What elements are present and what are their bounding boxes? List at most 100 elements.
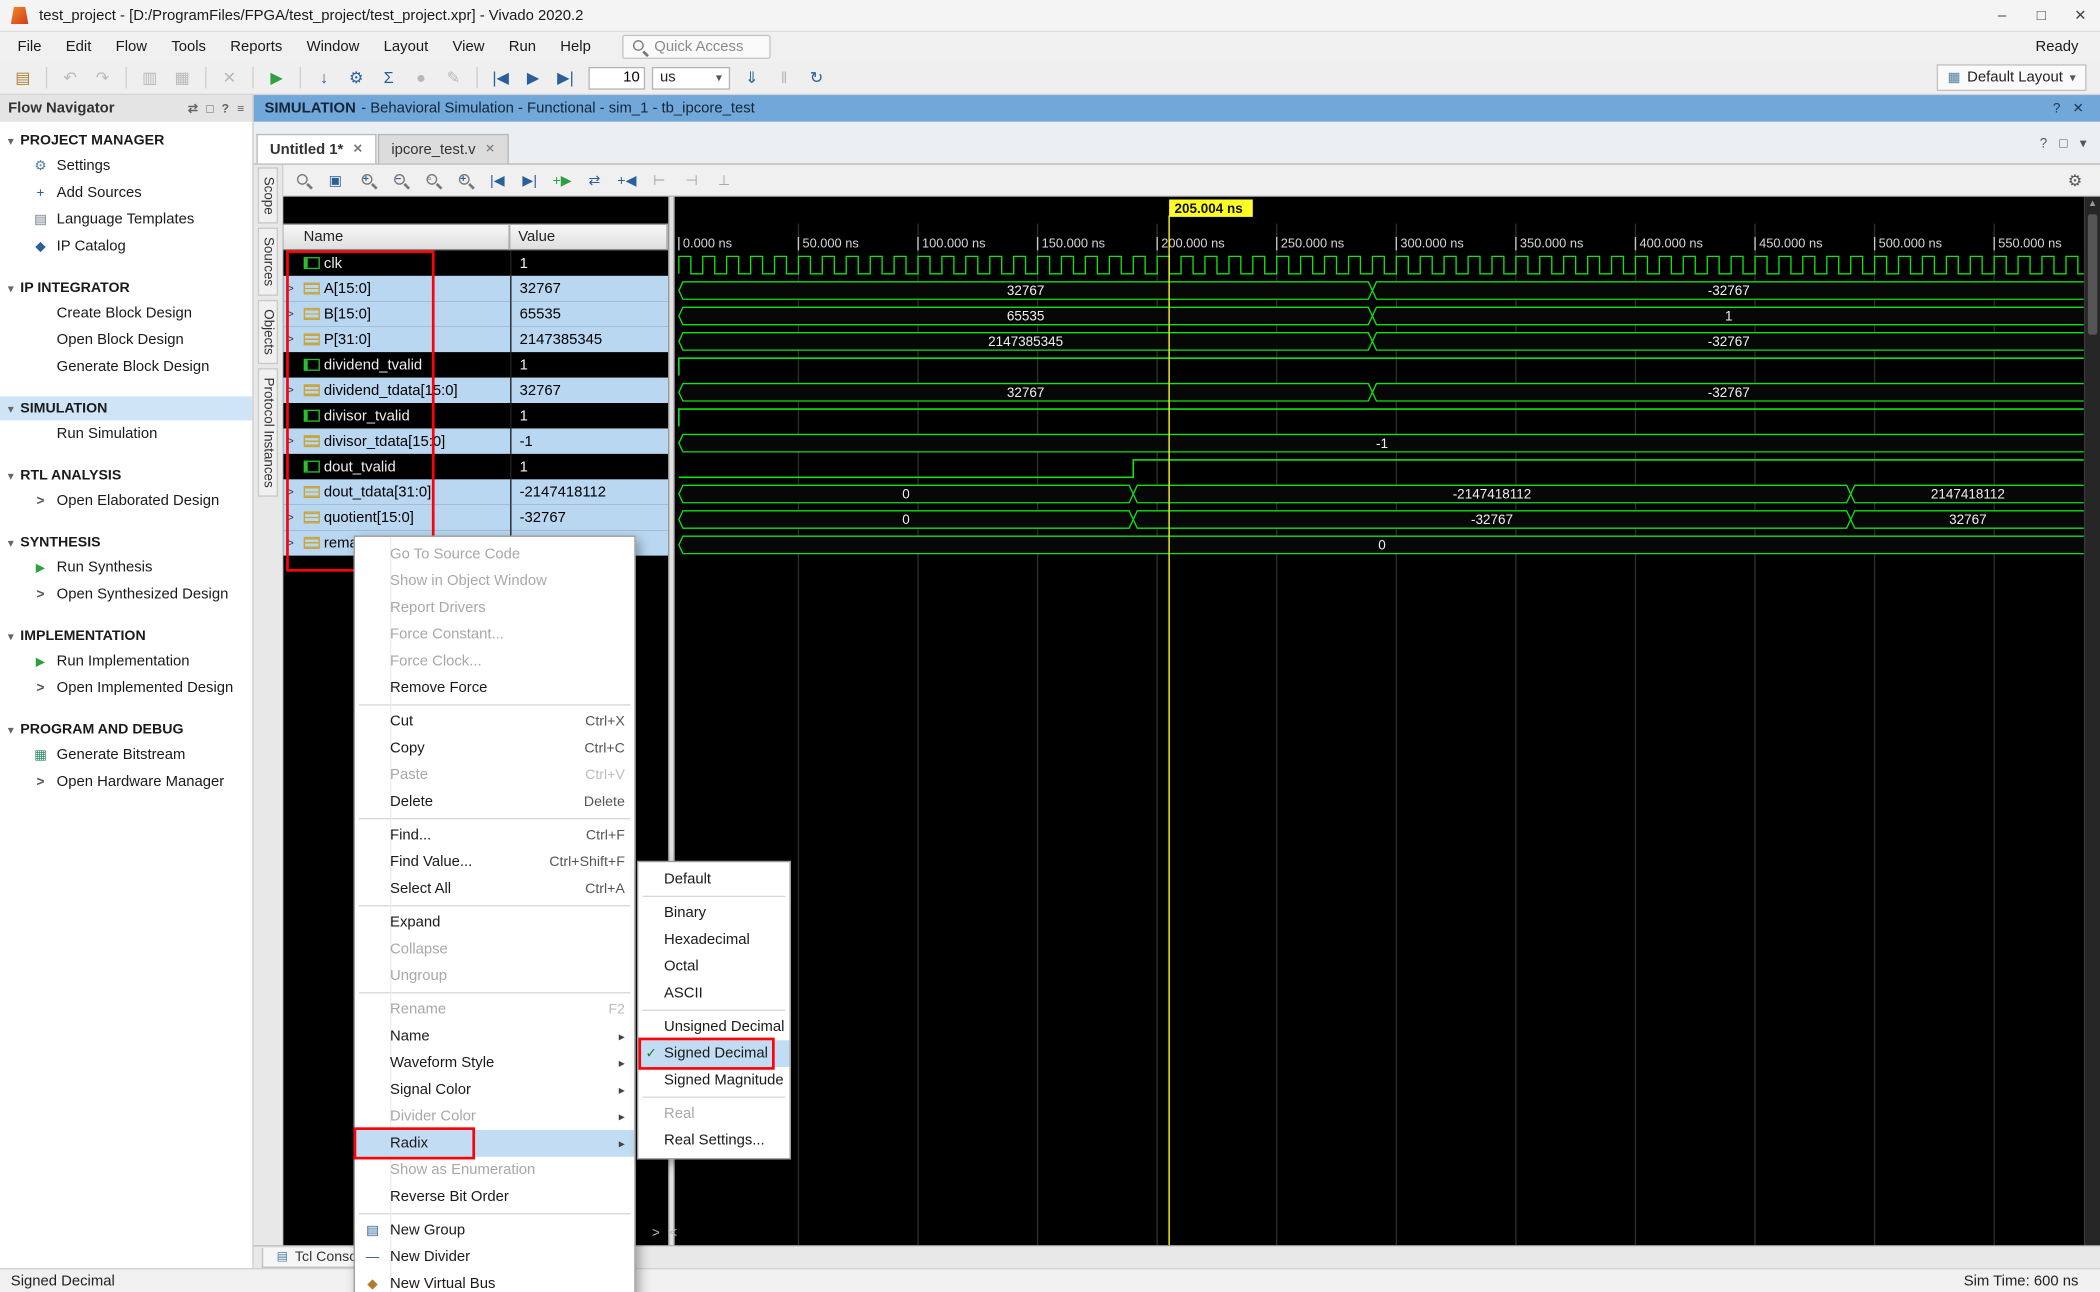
dock-icon[interactable]: □ (206, 102, 213, 115)
step-into-button[interactable]: ↓ (309, 64, 339, 91)
side-tab-protocol-instances[interactable]: Protocol Instances (258, 368, 278, 497)
close-tab-icon[interactable]: ✕ (353, 142, 363, 157)
waveform-canvas[interactable]: 0.000 ns50.000 ns100.000 ns150.000 ns200… (675, 197, 2084, 1245)
expand-arrow-icon[interactable]: > (287, 537, 299, 549)
quick-access-search[interactable]: Quick Access (622, 35, 770, 59)
wave-settings-button[interactable]: ⚙ (2061, 167, 2089, 192)
help-icon[interactable]: ? (2040, 137, 2048, 152)
signal-name-cell[interactable]: dividend_tvalid (283, 352, 510, 377)
menu-item-radix[interactable]: Radix▸ (355, 1130, 634, 1157)
expand-arrow-icon[interactable]: > (287, 384, 299, 396)
flownav-item-run-simulation[interactable]: Run Simulation (0, 420, 252, 447)
expand-left-icon[interactable]: < (669, 1226, 677, 1241)
save-configuration-button[interactable]: ▣ (321, 167, 349, 192)
run-all-button[interactable]: ▶ (518, 64, 548, 91)
menu-item-waveform-style[interactable]: Waveform Style▸ (355, 1050, 634, 1077)
flownav-item-generate-bitstream[interactable]: ▦Generate Bitstream (0, 742, 252, 769)
signal-name-cell[interactable]: >A[15:0] (283, 276, 510, 301)
go-to-last-time-button[interactable]: ▶| (516, 167, 544, 192)
maximize-button[interactable] (2022, 0, 2061, 31)
expand-arrow-icon[interactable]: > (287, 486, 299, 498)
menu-item-new-virtual-bus[interactable]: ◆New Virtual Bus (355, 1271, 634, 1292)
signal-name-cell[interactable]: dout_tvalid (283, 454, 510, 479)
zoom-in-button[interactable]: + (354, 167, 382, 192)
menu-item-default[interactable]: Default (638, 866, 789, 893)
signal-row-dout-tdata-31-0[interactable]: >dout_tdata[31:0]-2147418112 (283, 479, 668, 504)
flownav-item-run-implementation[interactable]: ▶Run Implementation (0, 648, 252, 675)
help-icon[interactable]: ? (222, 102, 229, 115)
signal-row-p-31-0[interactable]: >P[31:0]2147385345 (283, 327, 668, 352)
menu-tools[interactable]: Tools (159, 35, 218, 59)
menu-run[interactable]: Run (497, 35, 549, 59)
flownav-item-run-synthesis[interactable]: ▶Run Synthesis (0, 554, 252, 581)
menu-item-signed-magnitude[interactable]: Signed Magnitude (638, 1067, 789, 1094)
menu-item-octal[interactable]: Octal (638, 953, 789, 980)
signal-name-cell[interactable]: clk (283, 250, 510, 275)
tab-untitled-1[interactable]: Untitled 1*✕ (256, 134, 376, 163)
flownav-header-rtl-analysis[interactable]: ▾RTL ANALYSIS (0, 463, 252, 487)
signal-row-dout-tvalid[interactable]: dout_tvalid1 (283, 454, 668, 479)
signal-name-cell[interactable]: >dividend_tdata[15:0] (283, 378, 510, 403)
flownav-item-open-block-design[interactable]: Open Block Design (0, 327, 252, 354)
menu-item-binary[interactable]: Binary (638, 900, 789, 927)
expand-arrow-icon[interactable]: > (287, 282, 299, 294)
name-column-header[interactable]: Name (283, 224, 510, 251)
tab-list-icon[interactable]: ▾ (2080, 137, 2087, 152)
flownav-item-open-implemented-design[interactable]: >Open Implemented Design (0, 675, 252, 702)
menu-item-new-divider[interactable]: —New Divider (355, 1244, 634, 1271)
menu-item-name[interactable]: Name▸ (355, 1023, 634, 1050)
close-icon[interactable]: ✕ (2072, 101, 2083, 116)
run-button[interactable]: ▶ (262, 64, 292, 91)
expand-arrow-icon[interactable]: > (287, 333, 299, 345)
signal-name-cell[interactable]: >quotient[15:0] (283, 505, 510, 530)
signal-name-cell[interactable]: >dout_tdata[31:0] (283, 479, 510, 504)
flownav-header-implementation[interactable]: ▾IMPLEMENTATION (0, 624, 252, 648)
minimize-button[interactable] (1983, 0, 2022, 31)
menu-item-unsigned-decimal[interactable]: Unsigned Decimal (638, 1014, 789, 1041)
menu-item-ascii[interactable]: ASCII (638, 980, 789, 1007)
sim-run-time-input[interactable] (588, 66, 645, 89)
signal-row-quotient-15-0[interactable]: >quotient[15:0]-32767 (283, 505, 668, 530)
menu-item-reverse-bit-order[interactable]: Reverse Bit Order (355, 1184, 634, 1211)
flownav-item-ip-catalog[interactable]: ◆IP Catalog (0, 233, 252, 260)
tab-ipcore-test-v[interactable]: ipcore_test.v✕ (378, 134, 509, 163)
restart-button[interactable]: |◀ (486, 64, 516, 91)
swap-icon[interactable]: ⇄ (188, 101, 198, 116)
zoom-out-button[interactable]: − (386, 167, 414, 192)
flownav-header-synthesis[interactable]: ▾SYNTHESIS (0, 530, 252, 554)
menu-item-expand[interactable]: Expand (355, 909, 634, 936)
sum-button[interactable]: Σ (374, 64, 404, 91)
flownav-header-program-and-debug[interactable]: ▾PROGRAM AND DEBUG (0, 718, 252, 742)
signal-row-dividend-tvalid[interactable]: dividend_tvalid1 (283, 352, 668, 377)
step-button[interactable]: ▶| (551, 64, 581, 91)
signal-row-b-15-0[interactable]: >B[15:0]65535 (283, 301, 668, 326)
menu-item-new-group[interactable]: ▤New Group (355, 1217, 634, 1244)
time-unit-select[interactable]: us (652, 66, 730, 89)
flownav-header-simulation[interactable]: ▾SIMULATION (0, 396, 252, 420)
signal-name-cell[interactable]: >divisor_tdata[15:0] (283, 428, 510, 453)
menu-view[interactable]: View (440, 35, 496, 59)
signal-row-divisor-tdata-15-0[interactable]: >divisor_tdata[15:0]-1 (283, 428, 668, 453)
flownav-item-language-templates[interactable]: ▤Language Templates (0, 206, 252, 233)
expand-arrow-icon[interactable]: > (287, 308, 299, 320)
side-tab-objects[interactable]: Objects (258, 300, 278, 364)
side-tab-sources[interactable]: Sources (258, 228, 278, 296)
menu-item-delete[interactable]: DeleteDelete (355, 789, 634, 816)
flownav-item-create-block-design[interactable]: Create Block Design (0, 300, 252, 327)
find-button[interactable] (289, 167, 317, 192)
menu-item-real-settings[interactable]: Real Settings... (638, 1127, 789, 1154)
flownav-item-settings[interactable]: ⚙Settings (0, 153, 252, 180)
close-button[interactable] (2061, 0, 2100, 31)
expand-arrow-icon[interactable]: > (287, 435, 299, 447)
menu-reports[interactable]: Reports (218, 35, 294, 59)
signal-row-a-15-0[interactable]: >A[15:0]32767 (283, 276, 668, 301)
vertical-scrollbar[interactable]: ▲ (2084, 197, 2100, 1245)
scroll-up-icon[interactable]: ▲ (2088, 199, 2097, 208)
expand-arrow-icon[interactable]: > (287, 511, 299, 523)
menu-item-cut[interactable]: CutCtrl+X (355, 708, 634, 735)
flownav-header-project-manager[interactable]: ▾PROJECT MANAGER (0, 129, 252, 153)
menu-item-find[interactable]: Find...Ctrl+F (355, 822, 634, 849)
scrollbar-thumb[interactable] (2088, 214, 2097, 334)
menu-file[interactable]: File (5, 35, 53, 59)
menu-item-hexadecimal[interactable]: Hexadecimal (638, 926, 789, 953)
